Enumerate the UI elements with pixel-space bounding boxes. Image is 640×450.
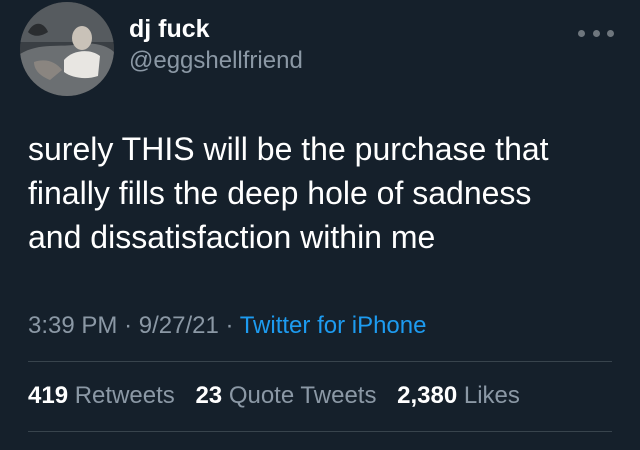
likes-label: Likes (463, 382, 520, 409)
tweet-metadata: 3:39 PM · 9/27/21 · Twitter for iPhone (28, 310, 426, 342)
quote-tweets-stat[interactable]: 23 Quote Tweets (195, 382, 376, 409)
quote-tweets-label: Quote Tweets (228, 382, 377, 409)
tweet-source-link[interactable]: Twitter for iPhone (240, 312, 427, 339)
display-name[interactable]: dj fuck (129, 13, 303, 45)
retweets-count: 419 (28, 382, 69, 409)
meta-separator: · (225, 312, 234, 339)
retweets-label: Retweets (74, 382, 175, 409)
retweets-stat[interactable]: 419 Retweets (28, 382, 175, 409)
dot (607, 29, 614, 37)
tweet-time[interactable]: 3:39 PM (28, 312, 117, 339)
meta-separator: · (124, 312, 133, 339)
tweet-text: surely THIS will be the purchase that fi… (28, 131, 549, 255)
tweet: dj fuck @eggshellfriend surely THIS will… (0, 0, 640, 450)
user-photo-avatar (20, 2, 114, 96)
tweet-date[interactable]: 9/27/21 (139, 312, 219, 339)
author-info[interactable]: dj fuck @eggshellfriend (129, 13, 303, 77)
likes-count: 2,380 (397, 382, 458, 409)
tweet-stats: 419 Retweets 23 Quote Tweets 2,380 Likes (28, 380, 520, 412)
username-handle[interactable]: @eggshellfriend (129, 45, 303, 77)
dot (578, 29, 585, 37)
divider (28, 431, 612, 432)
quote-tweets-count: 23 (195, 382, 223, 409)
divider (28, 361, 612, 362)
dot (592, 29, 600, 37)
avatar[interactable] (20, 2, 114, 96)
more-options-icon[interactable] (578, 24, 614, 42)
likes-stat[interactable]: 2,380 Likes (397, 382, 520, 409)
